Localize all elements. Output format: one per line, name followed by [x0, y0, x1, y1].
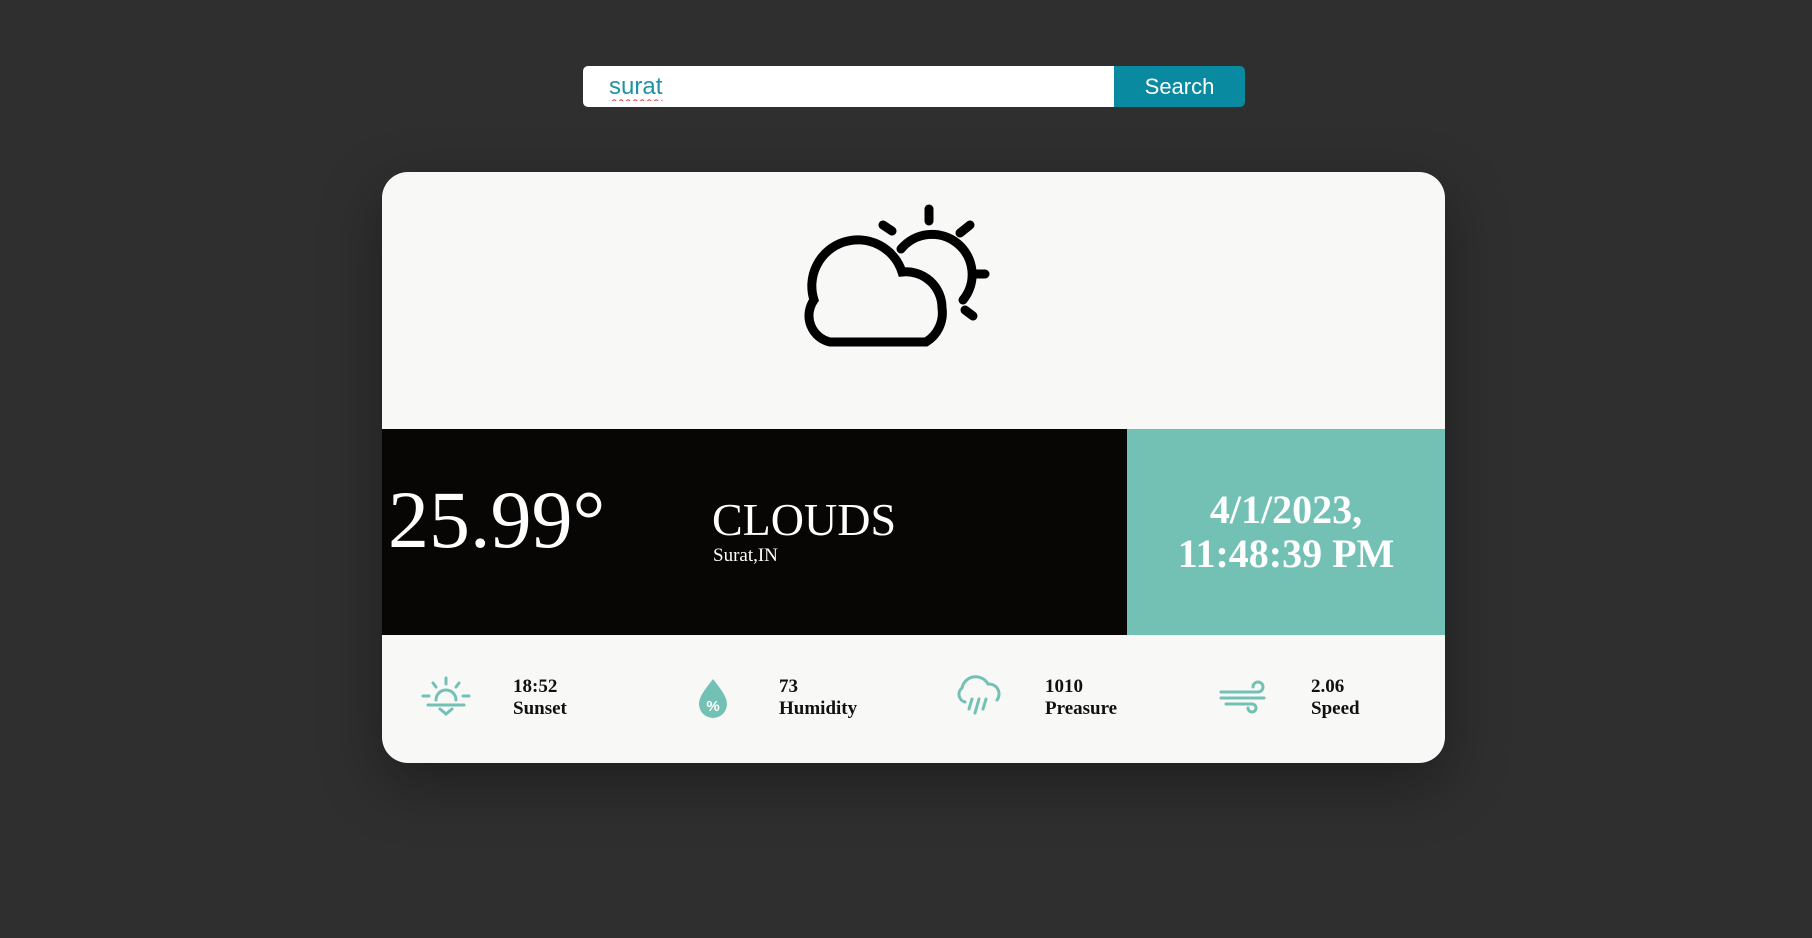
temperature-panel: 25.99° CLOUDS Surat,IN: [382, 429, 1127, 635]
stat-label: Preasure: [1045, 698, 1118, 719]
sunset-icon: [421, 676, 471, 716]
stat-value: 2.06: [1311, 676, 1345, 697]
stat-value: 18:52: [513, 676, 558, 697]
time: 11:48:39 PM: [1177, 531, 1395, 576]
stat-pressure: 1010 Preasure: [952, 635, 1192, 763]
date: 4/1/2023,: [1209, 487, 1363, 532]
location: Surat,IN: [713, 545, 778, 566]
temperature: 25.99°: [388, 474, 606, 565]
stat-label: Sunset: [513, 698, 567, 719]
search-bar: Search: [583, 66, 1245, 107]
stat-sunset: 18:52 Sunset: [420, 635, 660, 763]
stat-value: 73: [779, 676, 798, 697]
stat-label: Speed: [1311, 698, 1360, 719]
svg-text:%: %: [706, 698, 719, 715]
weather-condition: CLOUDS: [712, 494, 897, 545]
weather-stats: 18:52 Sunset % 73 Humidity 1010 Preasure…: [382, 635, 1445, 763]
rain-cloud-icon: [957, 675, 1001, 715]
stat-value: 1010: [1045, 676, 1083, 697]
weather-summary-band: 25.99° CLOUDS Surat,IN 4/1/2023, 11:48:3…: [382, 429, 1445, 635]
search-button[interactable]: Search: [1114, 66, 1245, 107]
humidity-icon: %: [699, 679, 727, 718]
weather-card: 25.99° CLOUDS Surat,IN 4/1/2023, 11:48:3…: [382, 172, 1445, 763]
wind-icon: [1219, 680, 1266, 714]
weather-icon-area: [382, 172, 1445, 429]
datetime-panel: 4/1/2023, 11:48:39 PM: [1127, 429, 1445, 635]
stat-speed: 2.06 Speed: [1218, 635, 1445, 763]
stat-label: Humidity: [779, 698, 858, 719]
stat-humidity: % 73 Humidity: [686, 635, 926, 763]
cloud-sun-icon: [804, 204, 990, 347]
search-input[interactable]: [583, 66, 1114, 107]
